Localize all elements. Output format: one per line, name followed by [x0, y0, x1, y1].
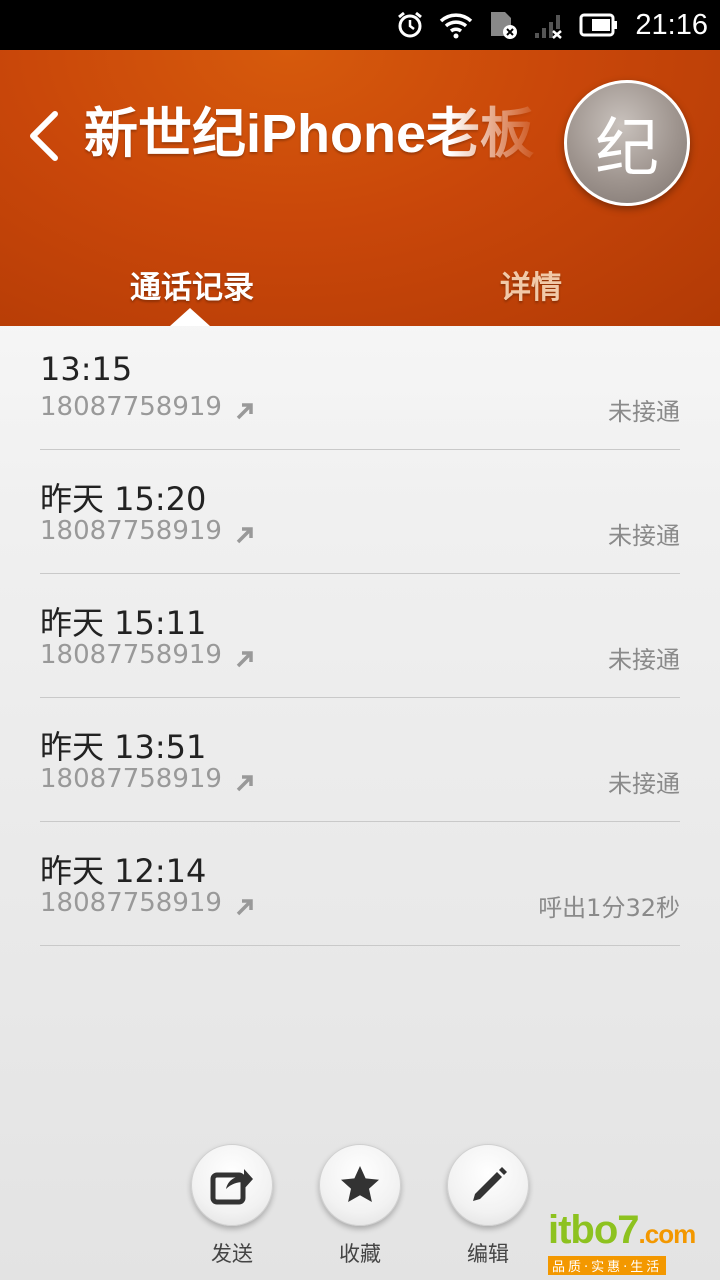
status-bar: 21:16	[0, 0, 720, 50]
call-log-row[interactable]: 昨天 15:20 18087758919 未接通	[40, 450, 680, 574]
star-icon	[341, 1166, 379, 1202]
call-time: 昨天 12:14	[40, 852, 207, 890]
call-status: 未接通	[608, 522, 680, 550]
call-status: 未接通	[608, 398, 680, 426]
alarm-icon	[395, 10, 425, 40]
outgoing-arrow-icon	[236, 403, 253, 420]
watermark-domain: .com	[638, 1219, 697, 1249]
call-number: 18087758919	[40, 764, 222, 794]
watermark-tagline: 品质·实惠·生活	[548, 1256, 667, 1275]
outgoing-arrow-icon	[236, 899, 253, 916]
call-number: 18087758919	[40, 888, 222, 918]
send-button[interactable]	[191, 1144, 273, 1226]
avatar[interactable]: 纪	[564, 80, 690, 206]
call-log-row[interactable]: 昨天 15:11 18087758919 未接通	[40, 574, 680, 698]
favorite-button[interactable]	[319, 1144, 401, 1226]
call-number: 18087758919	[40, 640, 222, 670]
pencil-icon	[473, 1167, 507, 1201]
outgoing-arrow-icon	[236, 651, 253, 668]
call-time: 昨天 13:51	[40, 728, 207, 766]
tab-details[interactable]: 详情	[500, 258, 562, 318]
site-watermark: itbo7.com 品质·实惠·生活	[548, 1208, 716, 1276]
call-log-row[interactable]: 13:15 18087758919 未接通	[40, 326, 680, 450]
call-status: 未接通	[608, 770, 680, 798]
favorite-label: 收藏	[339, 1242, 381, 1266]
call-log-row[interactable]: 昨天 12:14 18087758919 呼出1分32秒	[40, 822, 680, 946]
chevron-left-icon	[30, 111, 58, 161]
contact-name: 新世纪iPhone老板	[84, 104, 535, 164]
send-action: 发送	[190, 1144, 274, 1268]
favorite-action: 收藏	[318, 1144, 402, 1268]
call-number: 18087758919	[40, 392, 222, 422]
call-number: 18087758919	[40, 516, 222, 546]
watermark-logo-text: itbo7	[548, 1208, 640, 1252]
share-icon	[210, 1169, 253, 1205]
wifi-icon	[439, 11, 473, 39]
signal-none-icon	[533, 11, 565, 39]
status-time: 21:16	[635, 8, 708, 41]
battery-icon	[579, 13, 619, 37]
call-status: 呼出1分32秒	[538, 894, 680, 922]
outgoing-arrow-icon	[236, 775, 253, 792]
call-log-list: 13:15 18087758919 未接通 昨天 15:20 180877589…	[40, 326, 680, 946]
back-button[interactable]	[22, 106, 66, 166]
contact-header: 新世纪iPhone老板 纪 通话记录 详情	[0, 50, 720, 326]
status-icons: 21:16	[395, 0, 708, 50]
call-time: 13:15	[40, 350, 133, 388]
title-wrap: 新世纪iPhone老板	[84, 94, 542, 174]
send-label: 发送	[211, 1242, 253, 1266]
call-time: 昨天 15:11	[40, 604, 207, 642]
edit-button[interactable]	[447, 1144, 529, 1226]
call-status: 未接通	[608, 646, 680, 674]
outgoing-arrow-icon	[236, 527, 253, 544]
active-tab-indicator	[170, 308, 210, 326]
watermark-logo: itbo7.com	[548, 1208, 716, 1256]
call-log-row[interactable]: 昨天 13:51 18087758919 未接通	[40, 698, 680, 822]
edit-label: 编辑	[467, 1242, 509, 1266]
edit-action: 编辑	[446, 1144, 530, 1268]
call-time: 昨天 15:20	[40, 480, 207, 518]
sim-disabled-icon	[487, 10, 519, 40]
